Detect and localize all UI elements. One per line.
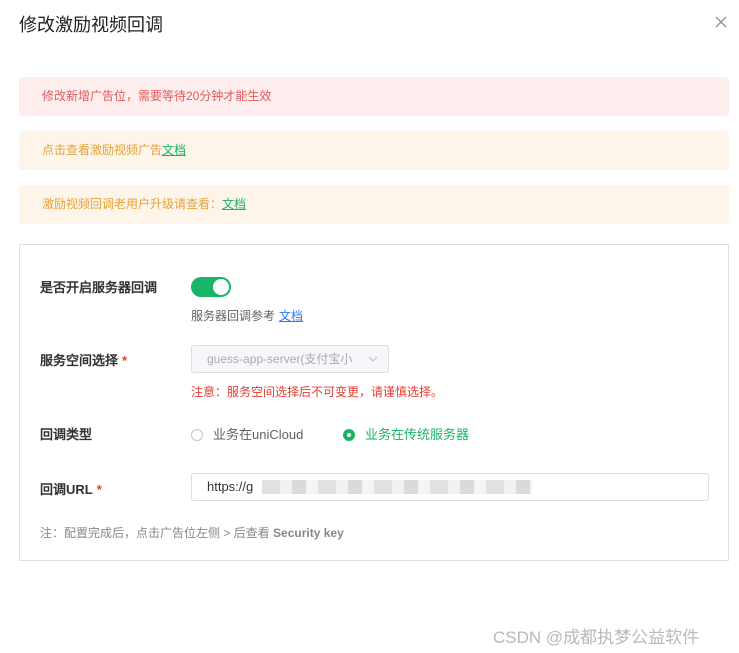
footer-note-text: 注：配置完成后，点击广告位左侧 > 后查看 [40, 526, 270, 540]
alert-ad-delay: 修改新增广告位，需要等待20分钟才能生效 [19, 77, 729, 116]
space-label: 服务空间选择 * [40, 350, 127, 369]
radio-traditional-dot[interactable] [343, 428, 355, 441]
radio-traditional-label: 业务在传统服务器 [365, 427, 470, 442]
callback-form: 是否开启服务器回调 服务器回调参考 文档 服务空间选择 * guess-app-se… [19, 244, 729, 561]
callback-type-label: 回调类型 [40, 427, 93, 442]
footer-note: 注：配置完成后，点击广告位左侧 > 后查看 Security key [40, 524, 344, 541]
alert-upgrade-docs: 激励视频回调老用户升级请查看：文档 [19, 185, 729, 224]
server-callback-hint-text: 服务器回调参考 [191, 309, 276, 323]
chevron-down-icon [368, 356, 378, 362]
redacted-url [262, 480, 532, 494]
callback-url-input[interactable]: https://g [191, 473, 709, 501]
view-docs-link[interactable]: 文档 [162, 143, 186, 157]
alert-view-docs-text: 点击查看激励视频广告 [42, 143, 163, 157]
space-warning: 注意：服务空间选择后不可变更，请谨慎选择。 [191, 385, 444, 399]
upgrade-docs-link[interactable]: 文档 [222, 197, 246, 211]
security-key-text: Security key [273, 526, 344, 540]
service-space-value: guess-app-server(支付宝小 [207, 352, 353, 366]
radio-traditional-server[interactable]: 业务在传统服务器 [343, 424, 469, 443]
alert-ad-delay-text: 修改新增广告位，需要等待20分钟才能生效 [42, 89, 272, 103]
required-mark: * [122, 353, 128, 368]
callback-url-label: 回调URL * [40, 479, 102, 498]
radio-unicloud-label: 业务在uniCloud [213, 427, 304, 442]
required-mark: * [96, 482, 102, 497]
radio-unicloud-dot[interactable] [191, 428, 203, 441]
toggle-knob [213, 279, 229, 295]
space-label-text: 服务空间选择 [40, 353, 119, 368]
callback-url-value: https://g [207, 479, 254, 494]
callback-url-label-text: 回调URL [40, 482, 93, 497]
server-callback-doc-link[interactable]: 文档 [279, 309, 303, 323]
server-callback-toggle[interactable] [191, 277, 231, 297]
watermark: CSDN @成都执梦公益软件 [493, 628, 700, 647]
alert-view-docs: 点击查看激励视频广告文档 [19, 131, 729, 170]
radio-unicloud[interactable]: 业务在uniCloud [191, 424, 303, 443]
server-callback-label: 是否开启服务器回调 [40, 280, 158, 295]
close-icon[interactable] [712, 13, 730, 31]
alert-upgrade-docs-text: 激励视频回调老用户升级请查看： [42, 197, 223, 211]
server-callback-hint: 服务器回调参考 文档 [191, 307, 303, 324]
service-space-select[interactable]: guess-app-server(支付宝小 [191, 345, 389, 373]
dialog-title: 修改激励视频回调 [19, 15, 163, 35]
